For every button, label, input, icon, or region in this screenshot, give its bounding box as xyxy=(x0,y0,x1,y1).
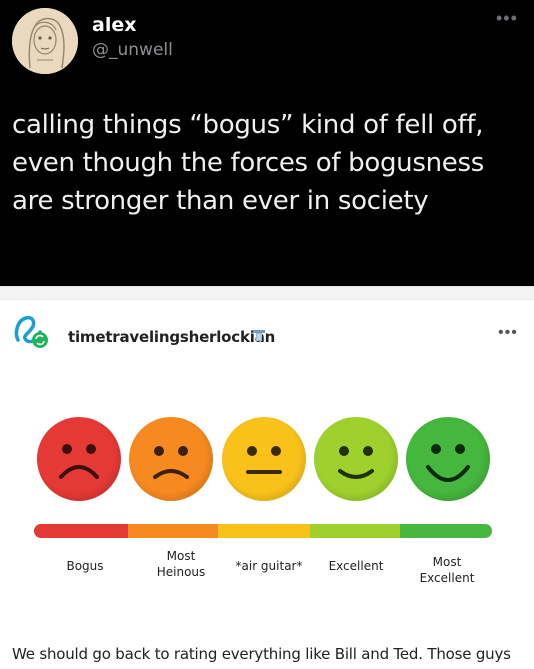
rating-label: Bogus xyxy=(66,559,104,573)
rating-bar xyxy=(34,524,492,538)
section-divider xyxy=(0,286,534,300)
rating-label: Most Heinous xyxy=(156,549,206,579)
badge-icon xyxy=(252,329,266,343)
rating-label: Excellent xyxy=(328,559,384,573)
bar-segment xyxy=(128,524,218,538)
tweet-line: even though the forces of bogusness xyxy=(12,148,484,178)
avatar-drawing-icon xyxy=(12,8,78,74)
tweet-body: calling things “bogus” kind of fell off,… xyxy=(12,106,527,220)
tweet-line: are stronger than ever in society xyxy=(12,186,429,216)
rating-label: Most Excellent xyxy=(419,555,475,585)
bar-segment xyxy=(310,524,400,538)
tweet-card: alex @_unwell ••• calling things “bogus”… xyxy=(0,0,534,286)
tweet-author-handle[interactable]: @_unwell xyxy=(92,40,173,60)
ellipsis-icon[interactable]: ••• xyxy=(496,8,518,29)
post-username[interactable]: timetravelingsherlockian xyxy=(68,328,275,346)
smile-face-icon xyxy=(314,417,398,501)
sad-face-icon xyxy=(37,417,121,501)
big-smile-face-icon xyxy=(406,417,490,501)
neutral-face-icon xyxy=(222,417,306,501)
slightly-sad-face-icon xyxy=(129,417,213,501)
bar-segment xyxy=(400,524,492,538)
bar-segment xyxy=(218,524,310,538)
ellipsis-icon[interactable]: ••• xyxy=(498,324,518,342)
avatar[interactable] xyxy=(12,8,78,74)
tweet-line: calling things “bogus” kind of fell off, xyxy=(12,110,484,140)
bar-segment xyxy=(34,524,128,538)
tumblr-post: timetravelingsherlockian ••• Bogus Most … xyxy=(0,300,534,669)
post-caption: We should go back to rating everything l… xyxy=(12,645,511,663)
tumblr-logo-icon[interactable] xyxy=(12,310,52,350)
rating-label: *air guitar* xyxy=(235,559,303,573)
tweet-author-name[interactable]: alex xyxy=(92,14,136,36)
